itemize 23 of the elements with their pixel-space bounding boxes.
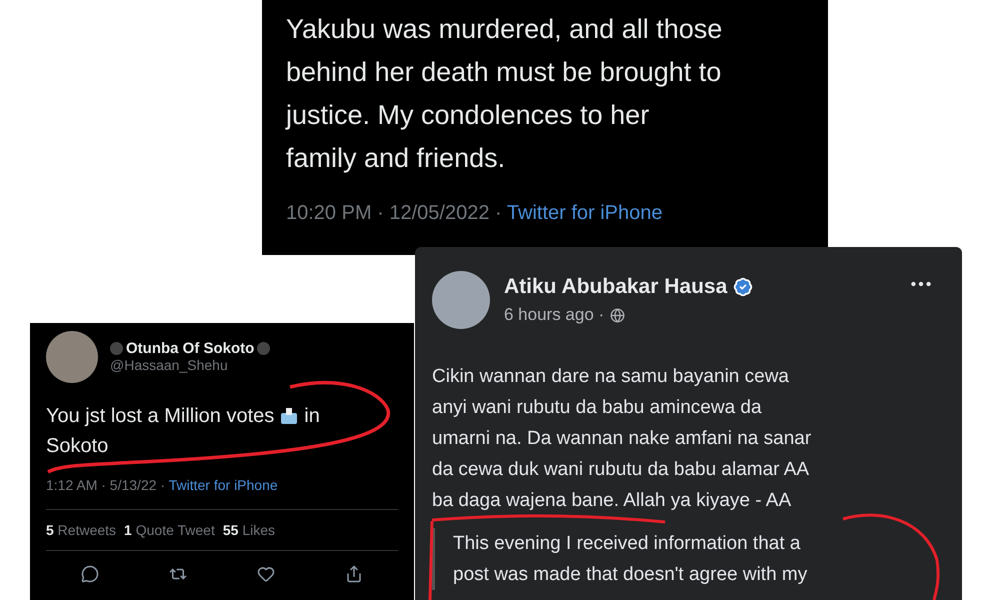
tweet-text: in (304, 404, 320, 429)
tweet-text: Sokoto (46, 434, 110, 459)
share-icon[interactable] (345, 565, 363, 583)
engagement-count[interactable]: 5 Retweets (46, 522, 116, 538)
engagement-count[interactable]: 55 Likes (222, 522, 276, 538)
quoted-text: This evening I received information that a post was made that doesn't agree with my (453, 532, 808, 587)
like-icon[interactable] (257, 565, 275, 583)
post-time: 6 hours ago · (504, 305, 604, 325)
globe-icon (610, 308, 626, 322)
display-name: Otunba Of Sokoto (126, 340, 254, 356)
avatar (46, 331, 98, 383)
tweet-text: Yakubu was murdered, and all those behind her death must be brought to justice. My condolences to her family and friends. (286, 13, 724, 175)
engagement-count[interactable]: 1 Quote Tweet (124, 522, 215, 538)
tweet-timestamp: 10:20 PM · 12/05/2022 · (286, 202, 503, 224)
tweet-timestamp: 1:12 AM · 5/13/22 · (46, 477, 166, 493)
post-text: Cikin wannan dare na samu bayanin cewa anyi wani rubutu da babu amincewa da umarni na. Da wannan nake amfani na sanar da cewa duk wani rubutu da babu alamar AA ba daga wajena bane. Allah ya kiyaye - AA (432, 365, 812, 513)
source-link[interactable]: Twitter for iPhone (168, 477, 278, 493)
reply-icon[interactable] (81, 565, 99, 583)
page-name[interactable]: Atiku Abubakar Hausa (504, 275, 728, 299)
tweet-text: You jst lost a Million votes (46, 404, 274, 429)
source-link[interactable]: Twitter for iPhone (506, 202, 663, 224)
ballot-box-icon (280, 407, 298, 425)
user-handle: @Hassaan_Shehu (110, 356, 228, 372)
